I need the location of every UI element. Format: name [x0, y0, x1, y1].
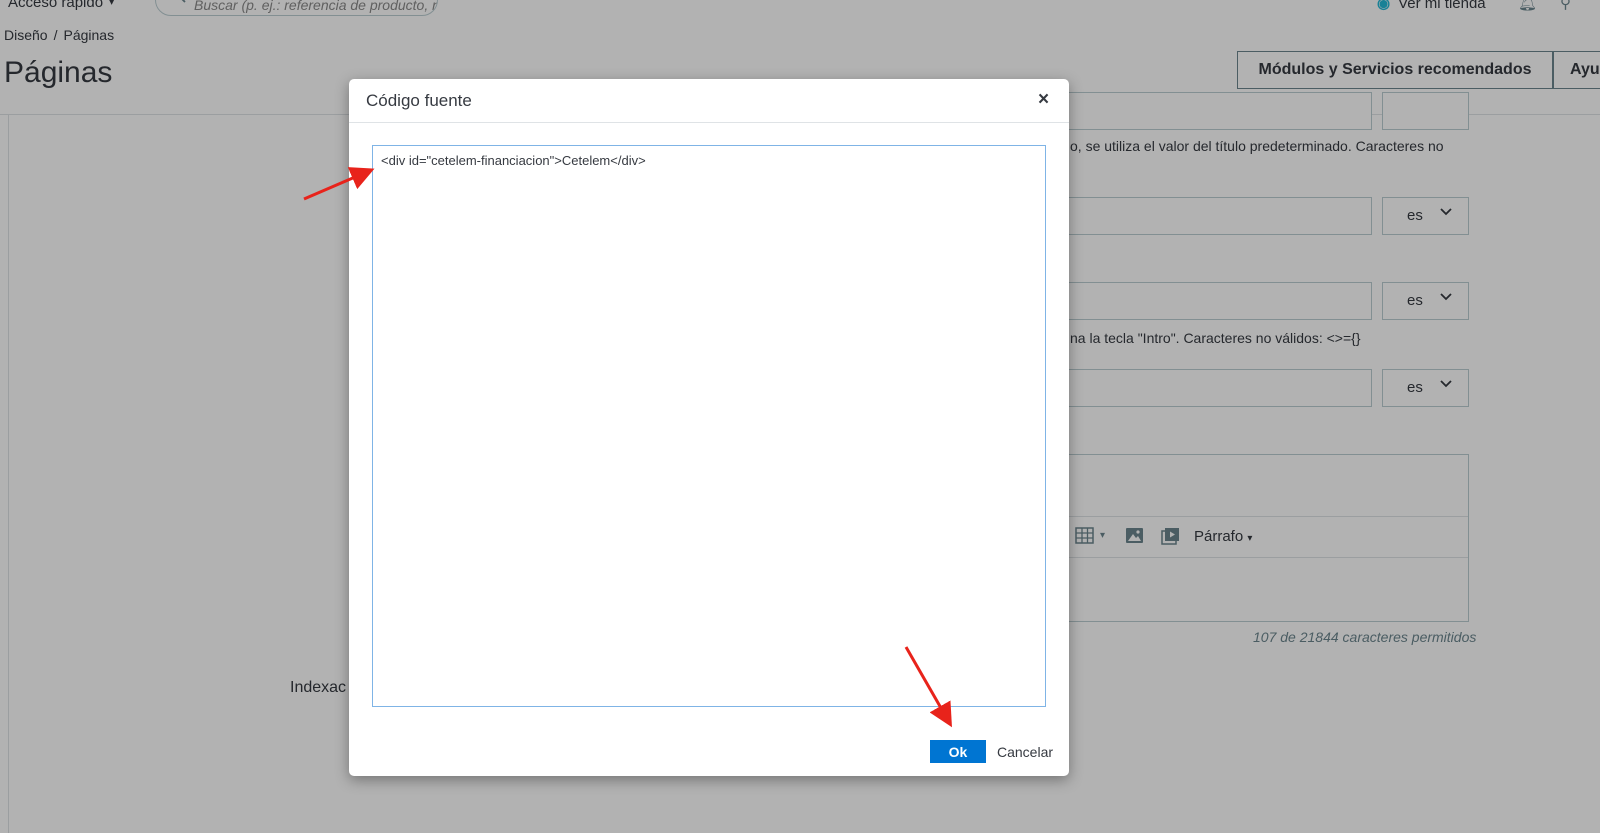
ok-button[interactable]: Ok [930, 740, 986, 763]
cancel-button[interactable]: Cancelar [997, 740, 1053, 763]
close-icon[interactable]: × [1038, 90, 1049, 109]
source-code-textarea[interactable] [372, 145, 1046, 707]
dialog-header: Código fuente × [349, 79, 1069, 123]
dialog-title: Código fuente [366, 91, 472, 110]
source-code-dialog: Código fuente × Ok Cancelar [349, 79, 1069, 776]
